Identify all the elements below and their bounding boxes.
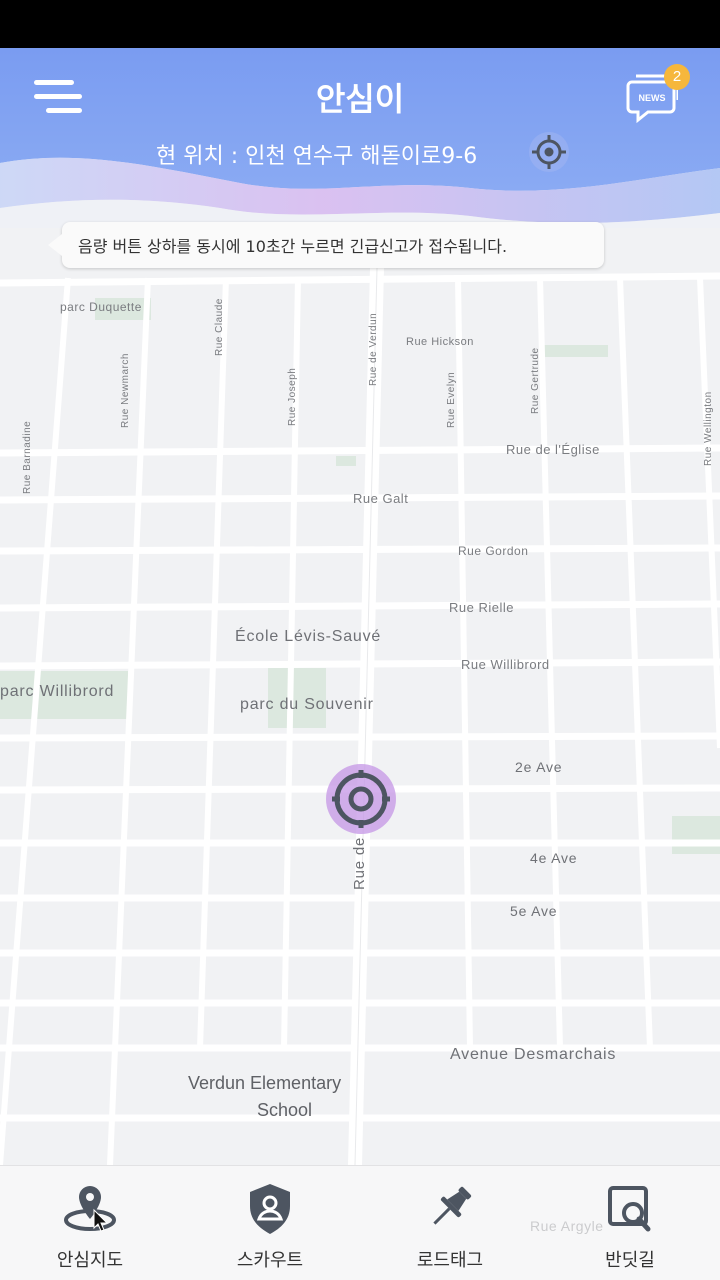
news-text: NEWS [639, 93, 666, 103]
news-badge: 2 [664, 64, 690, 90]
nav-item-safe-map[interactable]: 안심지도 [0, 1166, 180, 1280]
map-pin-icon [60, 1182, 120, 1236]
push-pin-icon [420, 1182, 480, 1236]
map-label-rue-willibrord: Rue Willibrord [461, 657, 550, 672]
current-location-text: 현 위치 : 인천 연수구 해돋이로9-6 [156, 144, 478, 169]
nav-item-scout[interactable]: 스카우트 [180, 1166, 360, 1280]
map-label-parc-willibrord: parc Willibrord [0, 683, 115, 700]
map-label-rue-gordon: Rue Gordon [458, 544, 529, 558]
location-bar: 현 위치 : 인천 연수구 해돋이로9-6 [0, 136, 720, 170]
map-label-parc-souvenir: parc du Souvenir [240, 696, 374, 713]
status-bar [0, 0, 720, 48]
shield-user-icon [240, 1182, 300, 1236]
map-label-rue-evelyn: Rue Evelyn [446, 371, 457, 428]
map-label-rue-barnadine: Rue Barnadine [22, 420, 33, 494]
crosshair-icon [532, 135, 566, 169]
map-label-5e-ave: 5e Ave [510, 903, 558, 919]
target-icon [332, 770, 390, 828]
app-header: 안심이 NEWS 2 현 위치 : 인천 연수구 해돋이로9-6 [0, 48, 720, 228]
map-label-rue-rielle: Rue Rielle [449, 600, 514, 615]
map-label-verdun-school: Verdun Elementary [188, 1073, 342, 1093]
emergency-notice: 음량 버튼 상하를 동시에 10초간 누르면 긴급신고가 접수됩니다. [48, 222, 604, 268]
map-label-ecole: École Lévis-Sauvé [235, 628, 382, 645]
bottom-nav: 안심지도 스카우트 로드태그 Rue Argyle 반딧길 [0, 1165, 720, 1280]
map-label-rue-de: Rue de [351, 836, 368, 890]
map-label-rue-de-verdun: Rue de Verdun [368, 312, 379, 386]
nav-label: 스카우트 [236, 1250, 304, 1271]
nav-item-firefly-road[interactable]: Rue Argyle 반딧길 [530, 1166, 720, 1280]
emergency-notice-text: 음량 버튼 상하를 동시에 10초간 누르면 긴급신고가 접수됩니다. [78, 237, 508, 256]
map-label-rue-wellington: Rue Wellington [703, 391, 714, 466]
map-label-rue-claude: Rue Claude [214, 298, 225, 356]
map-label-rue-argyle: Rue Argyle [530, 1218, 604, 1234]
app-screen: parc Duquette Rue Hickson Rue de l'Églis… [0, 0, 720, 1280]
map-label-rue-hickson: Rue Hickson [406, 336, 474, 348]
map-label-4e-ave: 4e Ave [530, 850, 578, 866]
locate-me-button[interactable] [529, 132, 569, 172]
map-label-rue-galt: Rue Galt [353, 491, 409, 506]
map-label-rue-newmarch: Rue Newmarch [120, 353, 131, 428]
map-label-2e-ave: 2e Ave [515, 759, 563, 775]
app-title: 안심이 [315, 80, 405, 118]
nav-item-road-tag[interactable]: 로드태그 [360, 1166, 540, 1280]
map-label-parc-duquette: parc Duquette [60, 300, 142, 314]
map-label-desmarchais: Avenue Desmarchais [450, 1046, 617, 1063]
nav-label: 안심지도 [56, 1250, 124, 1271]
nav-label: 로드태그 [416, 1250, 484, 1271]
nav-label: 반딧길 [605, 1250, 655, 1271]
map-label-rue-joseph: Rue Joseph [287, 367, 298, 426]
current-position-marker[interactable] [326, 764, 396, 834]
map-label-rue-gertrude: Rue Gertrude [530, 347, 541, 414]
map-label-rue-de-leglise: Rue de l'Église [506, 442, 600, 457]
search-frame-icon [600, 1182, 660, 1236]
map-label-verdun-school-line2: School [257, 1100, 313, 1120]
